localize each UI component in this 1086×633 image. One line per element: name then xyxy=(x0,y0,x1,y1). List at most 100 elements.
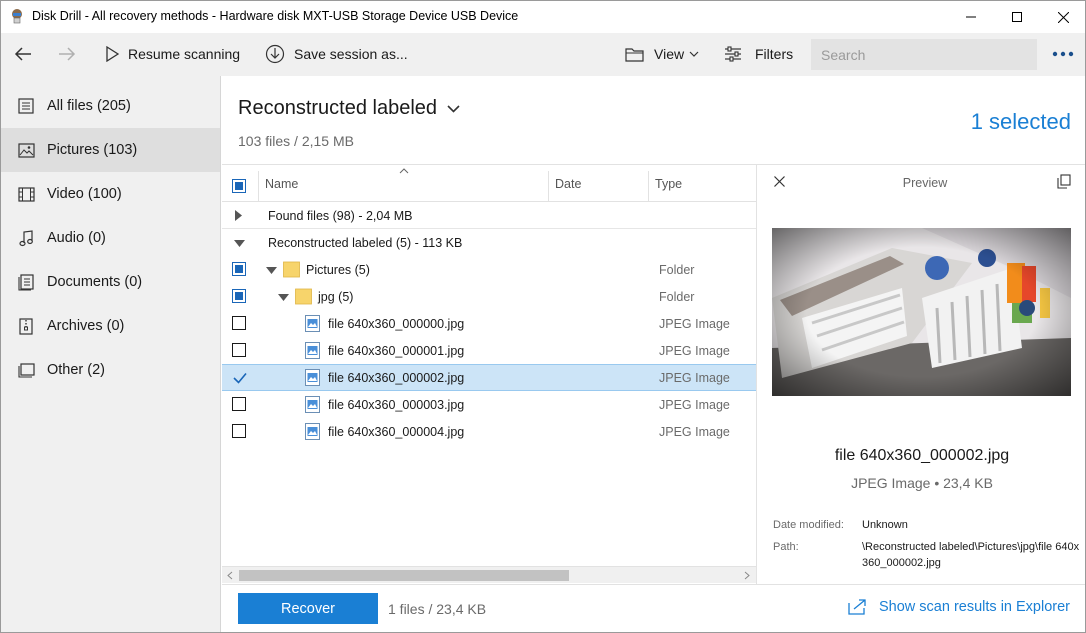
group-found-files[interactable]: Found files (98) - 2,04 MB xyxy=(222,202,756,229)
image-file-icon xyxy=(305,423,320,440)
checkbox-partial xyxy=(232,289,246,303)
sidebar-item-video[interactable]: Video (100) xyxy=(1,172,220,216)
picture-icon xyxy=(17,141,35,159)
scroll-left-icon[interactable] xyxy=(227,571,233,580)
row-checkbox[interactable] xyxy=(232,289,246,303)
show-in-explorer-link[interactable]: Show scan results in Explorer xyxy=(848,599,1070,615)
results-title-dropdown[interactable]: Reconstructed labeled xyxy=(238,97,460,120)
row-type: JPEG Image xyxy=(659,370,730,385)
more-dots-icon xyxy=(1052,51,1074,57)
image-file-icon xyxy=(305,342,320,359)
bottom-bar: Recover 1 files / 23,4 KB Show scan resu… xyxy=(222,584,1085,632)
table-row[interactable]: jpg (5) Folder xyxy=(222,283,756,310)
view-menu-button[interactable]: View xyxy=(625,41,708,67)
date-modified-value: Unknown xyxy=(862,519,908,531)
preview-image xyxy=(772,228,1071,396)
table-row[interactable]: Pictures (5) Folder xyxy=(222,256,756,283)
table-row-selected[interactable]: file 640x360_000002.jpg JPEG Image xyxy=(222,364,756,391)
row-type: JPEG Image xyxy=(659,424,730,439)
copy-icon[interactable] xyxy=(1057,174,1071,189)
sidebar-item-documents[interactable]: Documents (0) xyxy=(1,260,220,304)
column-name[interactable]: Name xyxy=(265,165,298,202)
sidebar-item-audio[interactable]: Audio (0) xyxy=(1,216,220,260)
row-checkbox[interactable] xyxy=(232,424,246,441)
scrollbar-thumb[interactable] xyxy=(239,570,569,581)
save-session-button[interactable]: Save session as... xyxy=(265,41,408,67)
maximize-button[interactable] xyxy=(994,1,1040,33)
preview-title: Preview xyxy=(902,176,948,190)
checkbox-unchecked xyxy=(232,424,246,438)
folder-icon xyxy=(283,261,300,278)
select-all-checkbox[interactable] xyxy=(232,177,246,195)
toolbar: Resume scanning Save session as... View xyxy=(1,33,1085,76)
row-type: Folder xyxy=(659,262,695,277)
row-checkbox[interactable] xyxy=(232,370,248,389)
recover-button[interactable]: Recover xyxy=(238,593,378,624)
row-checkbox[interactable] xyxy=(232,262,246,276)
external-link-icon xyxy=(848,599,866,615)
sidebar-item-other[interactable]: Other (2) xyxy=(1,348,220,392)
checkbox-unchecked xyxy=(232,316,246,330)
column-date[interactable]: Date xyxy=(555,165,581,202)
row-name: file 640x360_000004.jpg xyxy=(328,424,465,439)
collapse-down-icon xyxy=(234,240,245,247)
row-checkbox[interactable] xyxy=(232,316,246,333)
archive-icon xyxy=(17,317,35,335)
filters-label: Filters xyxy=(755,46,794,62)
scroll-right-icon[interactable] xyxy=(744,571,750,580)
close-icon xyxy=(1057,11,1069,23)
maximize-icon xyxy=(1012,12,1022,22)
resume-scanning-button[interactable]: Resume scanning xyxy=(105,41,240,67)
row-name: file 640x360_000003.jpg xyxy=(328,397,465,412)
forward-button[interactable] xyxy=(52,40,82,68)
filters-button[interactable]: Filters xyxy=(724,41,793,67)
table-row[interactable]: file 640x360_000003.jpg JPEG Image xyxy=(222,391,756,418)
document-icon xyxy=(17,273,35,291)
sidebar-item-archives[interactable]: Archives (0) xyxy=(1,304,220,348)
table-row[interactable]: file 640x360_000004.jpg JPEG Image xyxy=(222,418,756,445)
column-divider xyxy=(648,171,649,202)
checkbox-unchecked xyxy=(232,397,246,411)
table-row[interactable]: file 640x360_000000.jpg JPEG Image xyxy=(222,310,756,337)
expand-right-icon xyxy=(235,210,242,221)
minimize-icon xyxy=(966,16,976,18)
minimize-button[interactable] xyxy=(948,1,994,33)
date-modified-label: Date modified: xyxy=(773,519,844,531)
all-files-icon xyxy=(17,97,35,115)
group-reconstructed-labeled[interactable]: Reconstructed labeled (5) - 113 KB xyxy=(222,229,756,256)
disk-drill-logo-icon xyxy=(12,9,22,24)
preview-panel: Preview file 640x360_000002.jpg JPEG Ima… xyxy=(756,164,1085,584)
table-row[interactable]: file 640x360_000001.jpg JPEG Image xyxy=(222,337,756,364)
checkmark-icon xyxy=(233,372,247,384)
show-in-explorer-label: Show scan results in Explorer xyxy=(879,599,1070,615)
row-type: JPEG Image xyxy=(659,397,730,412)
save-session-label: Save session as... xyxy=(294,46,408,62)
row-name: file 640x360_000002.jpg xyxy=(328,370,465,385)
other-icon xyxy=(17,361,35,379)
back-button[interactable] xyxy=(8,40,38,68)
sidebar-item-label: Other (2) xyxy=(47,362,106,378)
sidebar-item-label: Documents (0) xyxy=(47,274,143,290)
column-type[interactable]: Type xyxy=(655,165,682,202)
file-list: Name Date Type Found files (98) - 2,04 M… xyxy=(222,164,756,584)
preview-file-name: file 640x360_000002.jpg xyxy=(834,447,1010,464)
sidebar-item-pictures[interactable]: Pictures (103) xyxy=(1,128,220,172)
group-label: Reconstructed labeled (5) - 113 KB xyxy=(268,235,463,250)
preview-file-info: JPEG Image • 23,4 KB xyxy=(851,475,993,491)
row-type: JPEG Image xyxy=(659,343,730,358)
play-icon xyxy=(106,46,119,62)
row-type: Folder xyxy=(659,289,695,304)
search-input[interactable] xyxy=(811,39,1037,70)
row-checkbox[interactable] xyxy=(232,343,246,360)
row-checkbox[interactable] xyxy=(232,397,246,414)
close-button[interactable] xyxy=(1040,1,1085,33)
arrow-right-icon xyxy=(59,47,76,61)
horizontal-scrollbar[interactable] xyxy=(222,566,756,583)
filter-sliders-icon xyxy=(725,46,741,62)
sidebar-item-label: Pictures (103) xyxy=(47,142,138,158)
results-summary: 103 files / 2,15 MB xyxy=(238,133,354,149)
more-options-button[interactable] xyxy=(1048,40,1078,68)
sidebar-item-all-files[interactable]: All files (205) xyxy=(1,84,220,128)
sidebar-item-label: All files (205) xyxy=(47,98,131,114)
path-value: \Reconstructed labeled\Pictures\jpg\file… xyxy=(862,541,1080,569)
